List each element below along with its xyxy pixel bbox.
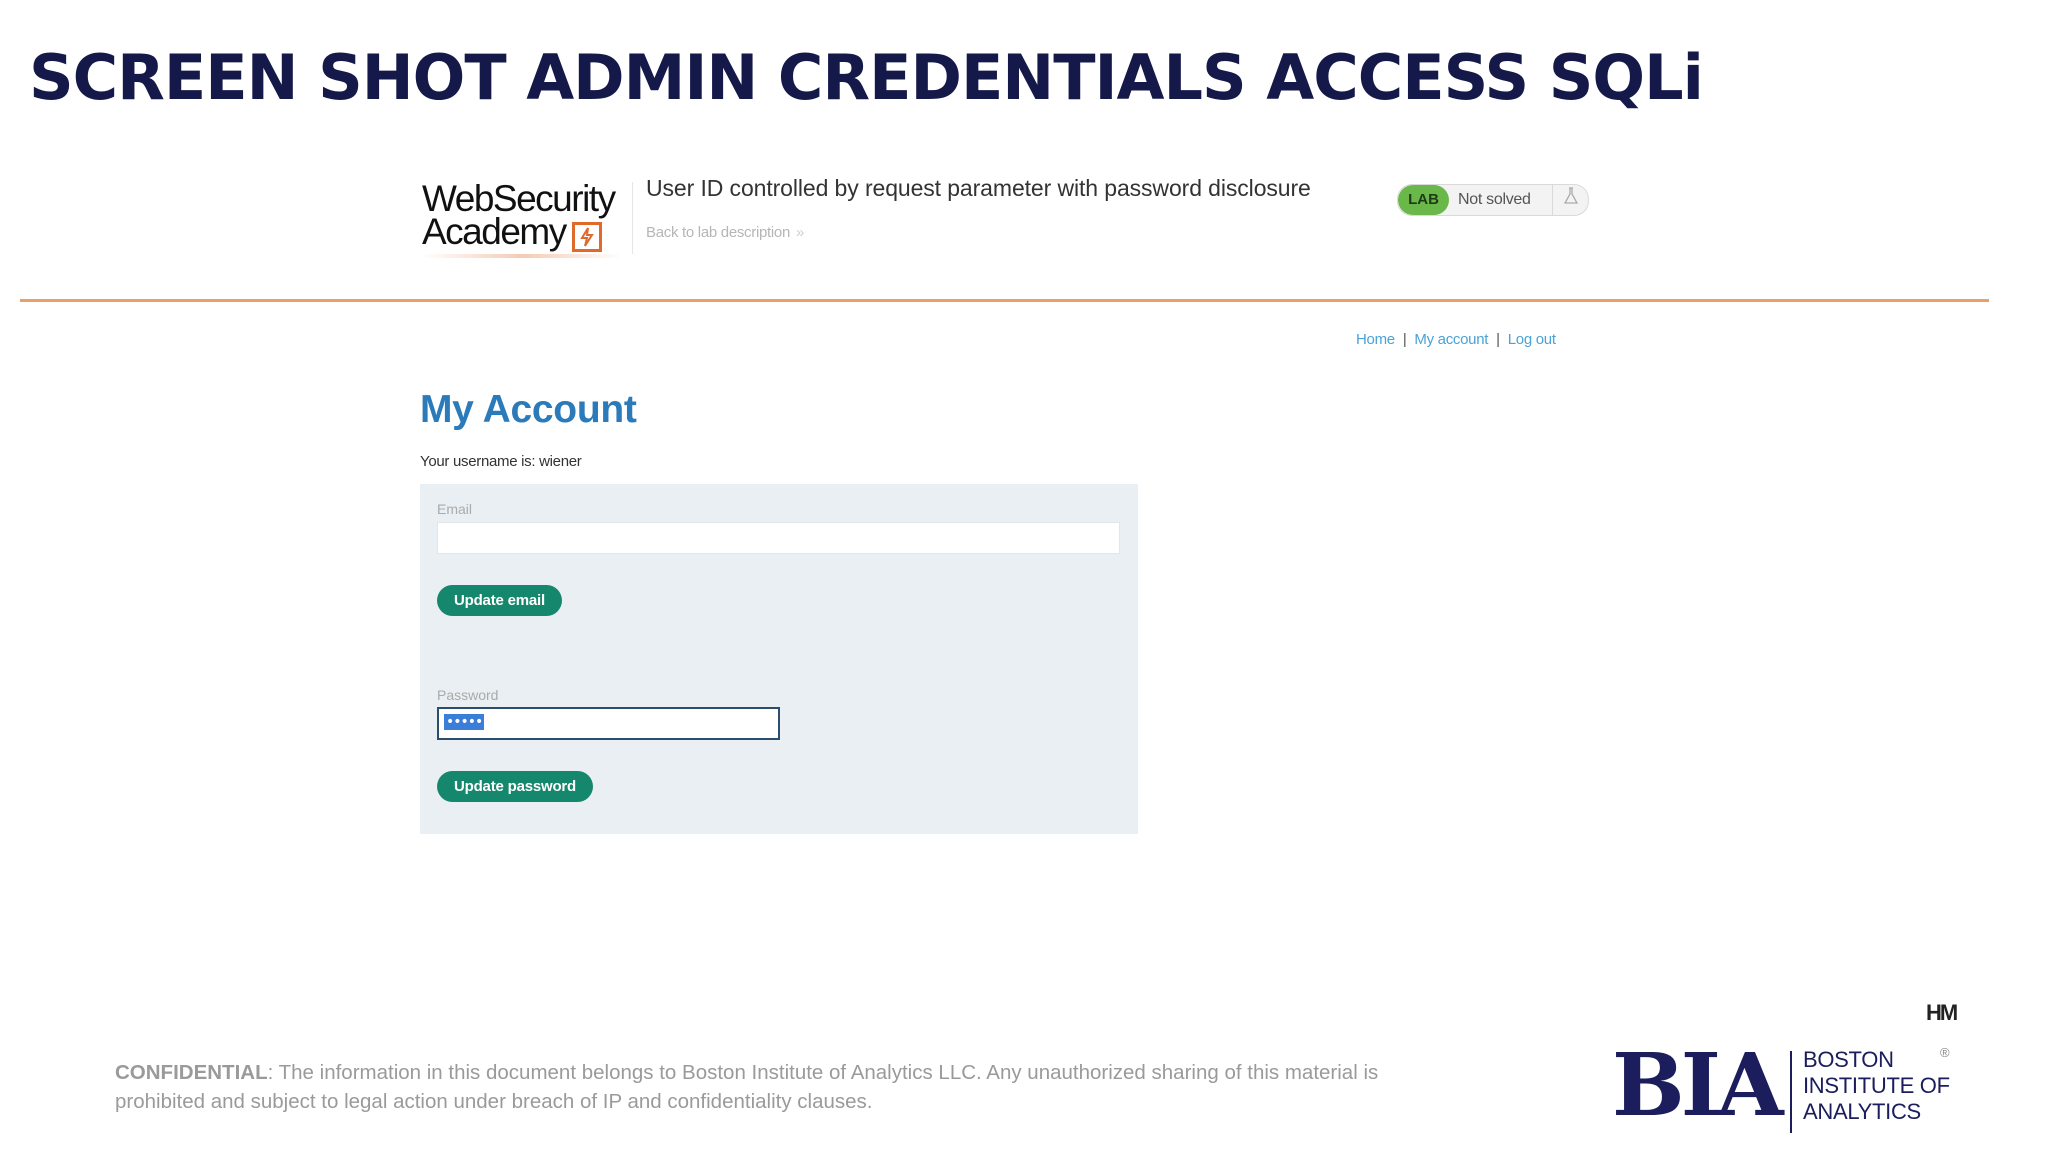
back-link-label: Back to lab description xyxy=(646,224,791,241)
nav-separator: | xyxy=(1496,331,1500,348)
lab-status-widget: LAB Not solved xyxy=(1397,184,1589,216)
bia-divider xyxy=(1790,1051,1792,1133)
web-security-academy-logo[interactable]: WebSecurity Academy xyxy=(422,180,627,260)
double-chevron-right-icon: » xyxy=(796,224,805,241)
lab-status-text: Not solved xyxy=(1458,191,1531,208)
nav-separator: | xyxy=(1402,331,1407,348)
password-value-selected: ••••• xyxy=(444,714,485,730)
header-divider xyxy=(632,182,633,254)
header-rule xyxy=(20,299,1989,302)
registered-mark: ® xyxy=(1940,1045,1950,1060)
back-to-lab-description-link[interactable]: Back to lab description » xyxy=(646,224,804,241)
bia-line-2: INSTITUTE OF xyxy=(1803,1073,1950,1098)
email-field[interactable] xyxy=(437,522,1120,554)
username-text: Your username is: wiener xyxy=(420,453,582,470)
nav-my-account-link[interactable]: My account xyxy=(1414,331,1488,348)
bia-line-3: ANALYTICS xyxy=(1803,1099,1921,1124)
confidential-notice: CONFIDENTIAL: The information in this do… xyxy=(115,1058,1405,1116)
lightning-bolt-icon xyxy=(572,222,602,252)
logo-underline xyxy=(422,254,622,258)
email-label: Email xyxy=(437,501,473,517)
password-label: Password xyxy=(437,687,499,703)
top-navigation: Home | My account | Log out xyxy=(1356,331,1556,348)
bia-name: BOSTON INSTITUTE OF ANALYTICS xyxy=(1803,1047,1950,1125)
confidential-text: : The information in this document belon… xyxy=(115,1061,1379,1113)
update-email-button[interactable]: Update email xyxy=(437,585,562,616)
update-password-button[interactable]: Update password xyxy=(437,771,594,802)
page-title: My Account xyxy=(420,388,637,431)
bia-logo: BIA BOSTON INSTITUTE OF ANALYTICS ® xyxy=(1612,1041,1952,1135)
lab-badge: LAB xyxy=(1398,185,1449,215)
nav-log-out-link[interactable]: Log out xyxy=(1508,331,1556,348)
account-form-panel: Email Update email Password ••••• Update… xyxy=(420,484,1138,834)
confidential-label: CONFIDENTIAL xyxy=(115,1061,268,1084)
logo-line-2: Academy xyxy=(422,211,567,252)
lab-title: User ID controlled by request parameter … xyxy=(646,175,1311,201)
flask-icon xyxy=(1552,185,1588,215)
embedded-screenshot: WebSecurity Academy User ID controlled b… xyxy=(0,0,2048,1152)
nav-home-link[interactable]: Home xyxy=(1356,331,1395,348)
corner-mark: HM xyxy=(1926,1000,1958,1025)
password-field[interactable]: ••••• xyxy=(437,707,780,740)
bia-letters: BIA xyxy=(1612,1035,1784,1136)
bia-line-1: BOSTON xyxy=(1803,1047,1894,1072)
